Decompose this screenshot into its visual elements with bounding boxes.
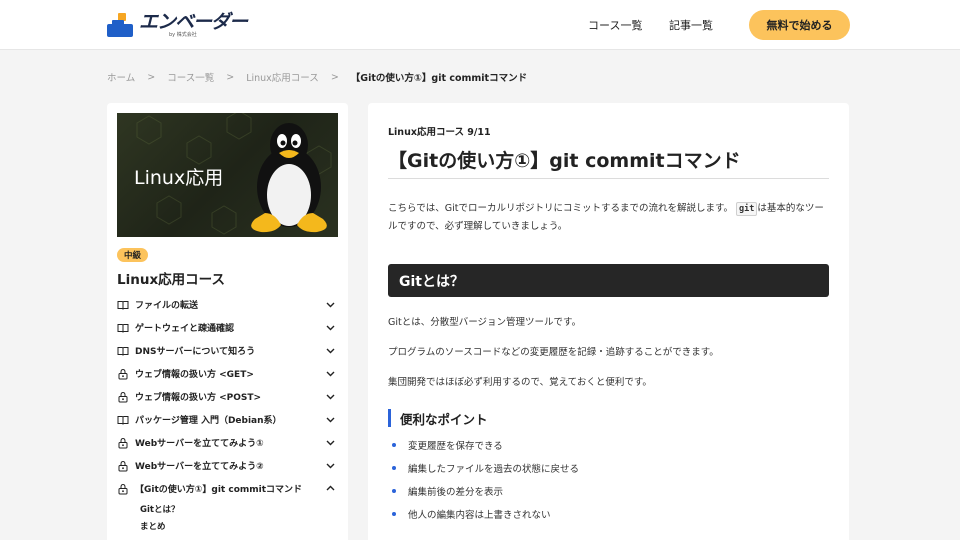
list-item: 編集前後の差分を表示 bbox=[392, 479, 812, 502]
chevron-down-icon[interactable] bbox=[325, 391, 336, 402]
course-title: Linux応用コース bbox=[117, 272, 225, 288]
section-heading: Gitとは？ bbox=[388, 264, 829, 297]
title-divider bbox=[388, 178, 829, 179]
lesson-item[interactable]: ウェブ情報の扱い方 <POST> bbox=[117, 385, 338, 408]
chevron-down-icon[interactable] bbox=[325, 322, 336, 333]
lesson-item[interactable]: Webサーバーを立ててみよう② bbox=[117, 454, 338, 477]
banner-title: Linux応用 bbox=[134, 167, 224, 189]
course-sidebar: Linux応用 中級 Linux応用コース ファイルの転送 ゲートウェイと疎通確… bbox=[107, 103, 348, 540]
lesson-label: 【Gitの使い方①】git commitコマンド bbox=[135, 485, 303, 495]
lesson-sub-item[interactable]: まとめ bbox=[140, 517, 338, 534]
logo-mark-icon bbox=[107, 13, 133, 37]
site-logo[interactable]: エンベーダー by 株式会社 bbox=[107, 10, 248, 38]
subheading: 便利なポイント bbox=[388, 409, 488, 427]
book-icon bbox=[117, 300, 129, 310]
lesson-item[interactable]: パッケージ管理 入門（Debian系） bbox=[117, 408, 338, 431]
site-header: エンベーダー by 株式会社 コース一覧 記事一覧 無料で始める bbox=[0, 0, 960, 50]
lesson-label: Webサーバーを立ててみよう① bbox=[135, 439, 264, 449]
intro-text: こちらでは、Gitでローカルリポジトリにコミットするまでの流れを解説します。 g… bbox=[388, 200, 829, 236]
breadcrumb: ホーム > コース一覧 > Linux応用コース > 【Gitの使い方①】git… bbox=[107, 70, 528, 85]
chevron-down-icon[interactable] bbox=[325, 437, 336, 448]
lock-icon bbox=[118, 483, 128, 494]
lesson-item[interactable]: ファイルの転送 bbox=[117, 293, 338, 316]
breadcrumb-home[interactable]: ホーム bbox=[107, 70, 135, 84]
lesson-item-current[interactable]: 【Gitの使い方①】git commitコマンド bbox=[117, 477, 338, 500]
breadcrumb-separator: > bbox=[226, 71, 235, 83]
breadcrumb-separator: > bbox=[330, 71, 339, 83]
course-banner: Linux応用 bbox=[117, 113, 338, 237]
lesson-item[interactable]: ゲートウェイと疎通確認 bbox=[117, 316, 338, 339]
nav-articles-link[interactable]: 記事一覧 bbox=[669, 17, 713, 33]
breadcrumb-course[interactable]: Linux応用コース bbox=[246, 70, 319, 84]
list-item: 編集したファイルを過去の状態に戻せる bbox=[392, 456, 812, 479]
start-free-button[interactable]: 無料で始める bbox=[749, 10, 850, 40]
list-item: 他人の編集内容は上書きされない bbox=[392, 502, 812, 525]
intro-text-part: こちらでは、Gitでローカルリポジトリにコミットするまでの流れを解説します。 bbox=[388, 203, 733, 214]
lock-icon bbox=[118, 437, 128, 448]
lesson-label: ファイルの転送 bbox=[135, 301, 199, 311]
breadcrumb-separator: > bbox=[147, 71, 156, 83]
lock-icon bbox=[118, 391, 128, 402]
logo-name: エンベーダー bbox=[139, 10, 248, 33]
inline-code: git bbox=[736, 202, 758, 216]
logo-sub: by 株式会社 bbox=[169, 31, 197, 38]
list-item: 変更履歴を保存できる bbox=[392, 433, 812, 456]
page-title: 【Gitの使い方①】git commitコマンド bbox=[388, 150, 741, 172]
book-icon bbox=[117, 323, 129, 333]
lesson-label: Webサーバーを立ててみよう② bbox=[135, 462, 264, 472]
book-icon bbox=[117, 415, 129, 425]
lesson-sub-item[interactable]: Gitとは？ bbox=[140, 500, 338, 517]
chevron-down-icon[interactable] bbox=[325, 368, 336, 379]
lesson-sub-items: Gitとは？ まとめ bbox=[117, 500, 338, 534]
lock-icon bbox=[118, 368, 128, 379]
paragraph: Gitとは、分散型バージョン管理ツールです。 bbox=[388, 317, 582, 328]
lesson-item[interactable]: DNSサーバーについて知ろう bbox=[117, 339, 338, 362]
lesson-list: ファイルの転送 ゲートウェイと疎通確認 DNSサーバーについて知ろう ウェブ情報… bbox=[117, 293, 338, 534]
feature-list: 変更履歴を保存できる 編集したファイルを過去の状態に戻せる 編集前後の差分を表示… bbox=[392, 433, 812, 525]
chevron-down-icon[interactable] bbox=[325, 460, 336, 471]
breadcrumb-current: 【Gitの使い方①】git commitコマンド bbox=[350, 73, 528, 84]
chevron-down-icon[interactable] bbox=[325, 345, 336, 356]
lesson-item[interactable]: Webサーバーを立ててみよう① bbox=[117, 431, 338, 454]
lesson-label: ゲートウェイと疎通確認 bbox=[135, 324, 235, 334]
lesson-label: DNSサーバーについて知ろう bbox=[135, 347, 256, 357]
course-progress: Linux応用コース 9/11 bbox=[388, 127, 491, 138]
article-main: Linux応用コース 9/11 【Gitの使い方①】git commitコマンド… bbox=[368, 103, 849, 540]
book-icon bbox=[117, 346, 129, 356]
paragraph: 集団開発ではほぼ必ず利用するので、覚えておくと便利です。 bbox=[388, 377, 652, 388]
chevron-up-icon[interactable] bbox=[325, 483, 336, 494]
lesson-label: ウェブ情報の扱い方 <POST> bbox=[135, 393, 262, 403]
tux-penguin-icon bbox=[251, 123, 327, 233]
breadcrumb-courses[interactable]: コース一覧 bbox=[167, 70, 214, 84]
chevron-down-icon[interactable] bbox=[325, 299, 336, 310]
lock-icon bbox=[118, 460, 128, 471]
lesson-label: パッケージ管理 入門（Debian系） bbox=[135, 416, 282, 426]
lesson-item[interactable]: ウェブ情報の扱い方 <GET> bbox=[117, 362, 338, 385]
chevron-down-icon[interactable] bbox=[325, 414, 336, 425]
level-badge: 中級 bbox=[117, 248, 149, 262]
nav-courses-link[interactable]: コース一覧 bbox=[588, 17, 642, 33]
lesson-label: ウェブ情報の扱い方 <GET> bbox=[135, 370, 254, 380]
paragraph: プログラムのソースコードなどの変更履歴を記録・追跡することができます。 bbox=[388, 347, 719, 358]
